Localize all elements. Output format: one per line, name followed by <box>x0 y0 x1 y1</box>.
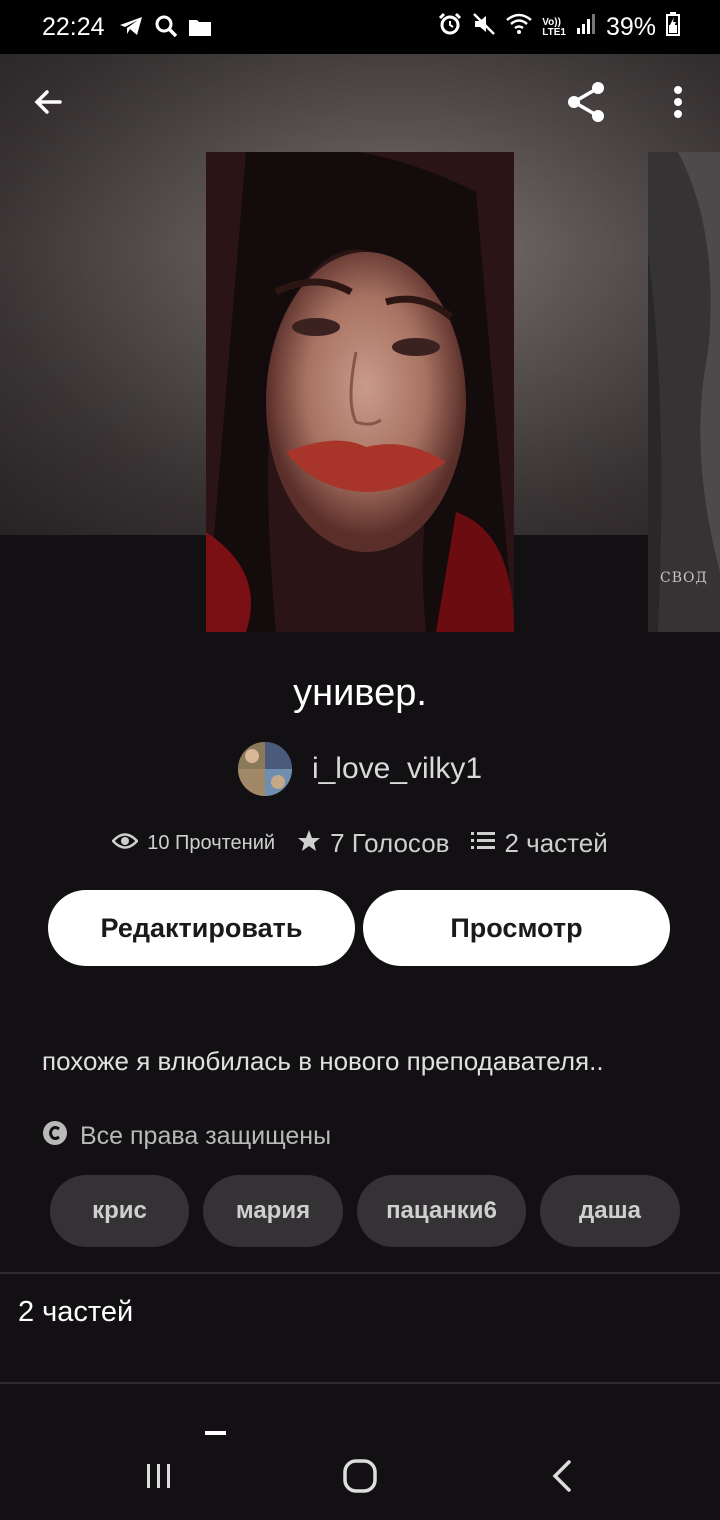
copyright-icon <box>42 1120 68 1153</box>
divider <box>0 1272 720 1274</box>
back-nav-button[interactable] <box>532 1452 592 1504</box>
next-story-cover[interactable]: СВОД <box>648 152 720 632</box>
alarm-icon <box>438 12 462 43</box>
battery-percent: 39% <box>605 13 656 41</box>
list-icon <box>471 831 496 856</box>
parts-section-title[interactable]: 2 частей <box>18 1296 133 1329</box>
folder-icon <box>188 15 212 44</box>
copyright-row: Все права защищены <box>42 1120 331 1153</box>
tag-chip[interactable]: крис <box>50 1175 189 1247</box>
next-cover-text: СВОД <box>660 570 708 586</box>
tag-chip[interactable]: мария <box>203 1175 343 1247</box>
story-title: универ. <box>293 672 427 714</box>
eye-icon <box>111 832 139 855</box>
back-button[interactable] <box>20 76 76 132</box>
next-section-peek <box>205 1431 226 1435</box>
volte-lte-icon: Vo)) LTE1 <box>542 16 566 38</box>
telegram-icon <box>118 15 144 44</box>
home-icon <box>343 1458 377 1498</box>
preview-button[interactable]: Просмотр <box>363 890 670 966</box>
search-icon <box>154 14 178 45</box>
arrow-left-icon <box>32 86 64 123</box>
reads-stat: 10 Прочтений <box>111 832 275 855</box>
copyright-text: Все права защищены <box>80 1122 332 1150</box>
status-time: 22:24 <box>42 13 105 41</box>
tag-chip[interactable]: даша <box>540 1175 680 1247</box>
tag-list: крис мария пацанки6 даша <box>50 1175 680 1247</box>
cover-portrait <box>206 152 514 632</box>
votes-stat: 7 Голосов <box>297 828 449 859</box>
tag-chip[interactable]: пацанки6 <box>357 1175 526 1247</box>
signal-icon <box>576 13 596 42</box>
story-description: похоже я влюбилась в нового преподавател… <box>42 1046 604 1076</box>
share-button[interactable] <box>558 76 614 132</box>
parts-stat: 2 частей <box>471 828 608 859</box>
status-bar: 22:24 Vo)) LTE1 39% <box>0 0 720 54</box>
author-name[interactable]: i_love_vilky1 <box>312 752 482 786</box>
recent-apps-button[interactable] <box>129 1452 189 1504</box>
story-stats: 10 Прочтений 7 Голосов 2 частей <box>0 828 720 859</box>
edit-button[interactable]: Редактировать <box>48 890 355 966</box>
mute-icon <box>472 12 496 43</box>
more-options-button[interactable] <box>650 76 706 132</box>
battery-icon <box>666 12 680 43</box>
divider <box>0 1382 720 1384</box>
more-vert-icon <box>673 85 683 124</box>
home-button[interactable] <box>330 1452 390 1504</box>
avatar[interactable] <box>237 742 292 796</box>
author-row[interactable]: i_love_vilky1 <box>0 742 720 796</box>
star-icon <box>297 829 321 858</box>
recent-apps-icon <box>144 1462 174 1495</box>
share-icon <box>564 80 608 129</box>
wifi-icon <box>506 13 533 42</box>
story-cover-image[interactable] <box>206 152 514 632</box>
back-nav-icon <box>551 1459 573 1497</box>
